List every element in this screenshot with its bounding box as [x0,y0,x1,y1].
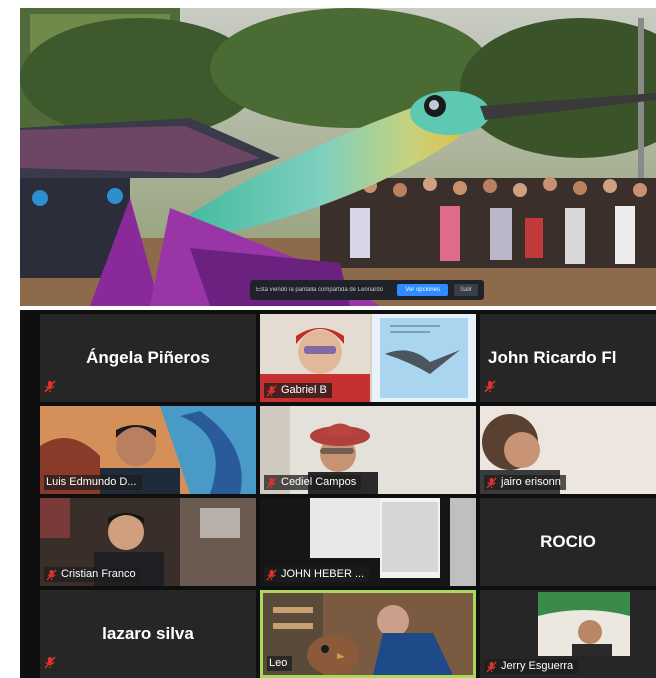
shared-screen: Está viendo la pantalla compartida de Le… [20,8,656,306]
participant-name: Luis Edmundo D... [46,476,137,488]
muted-mic-icon [486,661,497,673]
shared-screen-image [20,8,656,306]
muted-mic-icon [266,569,277,581]
participant-name: Cediel Campos [281,476,357,488]
participant-tile[interactable]: JOHN HEBER ... [260,498,476,586]
participant-name: Gabriel B [281,384,327,396]
participant-tile[interactable]: lazaro silva [40,590,256,678]
participant-video [263,593,473,675]
participant-nametag: Leo [267,656,293,671]
view-options-button[interactable]: Ver opciones [397,284,448,296]
muted-mic-icon [486,477,497,489]
participant-name: Ángela Piñeros [86,348,210,367]
participant-name: ROCIO [540,532,596,551]
exit-share-button[interactable]: Salir [453,284,478,296]
participant-tile[interactable]: Ángela Piñeros [40,314,256,402]
muted-mic-icon [44,656,56,674]
muted-mic-icon [46,569,57,581]
muted-mic-icon [44,380,56,398]
participant-tile[interactable]: John Ricardo Fl [480,314,656,402]
participant-name: lazaro silva [102,624,194,643]
participant-tile-active-speaker[interactable]: Leo [260,590,476,678]
participant-tile[interactable]: Cristian Franco [40,498,256,586]
participant-name: jairo erisonn [501,476,561,488]
muted-mic-icon [484,380,496,398]
participant-nametag: Luis Edmundo D... [44,475,142,490]
participant-tile[interactable]: Jerry Esguerra [480,590,656,678]
participant-nametag: Gabriel B [264,383,332,398]
participant-nametag: Jerry Esguerra [484,659,579,674]
participant-tile[interactable]: ROCIO [480,498,656,586]
participant-name: Leo [269,657,288,669]
muted-mic-icon [266,385,277,397]
participant-tile[interactable]: Cediel Campos [260,406,476,494]
participant-tile[interactable]: jairo erisonn [480,406,656,494]
participant-tile[interactable]: Gabriel B [260,314,476,402]
share-status-text: Está viendo la pantalla compartida de Le… [256,287,384,293]
participant-nametag: Cediel Campos [264,475,362,490]
participant-gallery: Ángela Piñeros Gabriel B John Ricardo Fl [20,310,656,678]
muted-mic-icon [266,477,277,489]
participant-name: Jerry Esguerra [501,660,574,672]
participant-nametag: jairo erisonn [484,475,566,490]
participant-name: John Ricardo Fl [488,348,617,367]
participant-nametag: JOHN HEBER ... [264,567,370,582]
participant-nametag: Cristian Franco [44,567,141,582]
participant-name: Cristian Franco [61,568,136,580]
screen-share-bar: Está viendo la pantalla compartida de Le… [250,280,484,300]
participant-tile[interactable]: Luis Edmundo D... [40,406,256,494]
participant-name: JOHN HEBER ... [281,568,365,580]
